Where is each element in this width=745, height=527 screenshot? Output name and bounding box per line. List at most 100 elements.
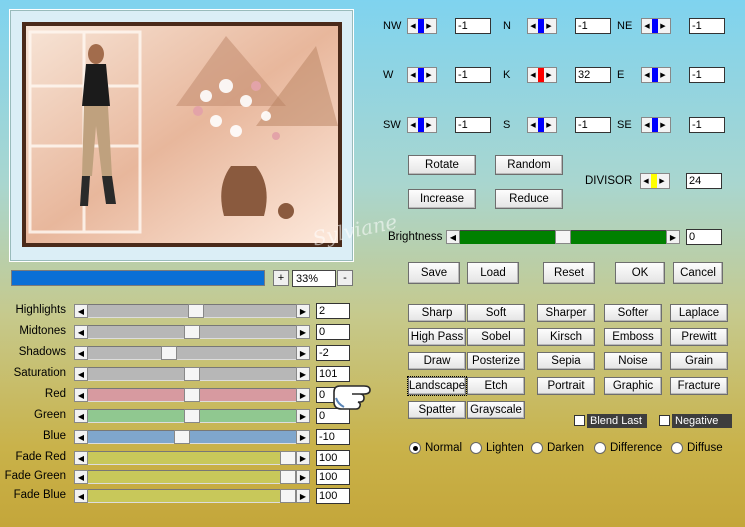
arrow-right-icon[interactable]: ▶ [658,22,668,30]
softer-effect-button[interactable]: Softer [604,304,662,322]
w-spinner[interactable]: ◀ ▶ [407,67,437,83]
arrow-right-icon[interactable]: ▶ [296,304,310,318]
arrow-right-icon[interactable]: ▶ [666,230,680,244]
midtones-thumb[interactable] [184,325,200,339]
arrow-right-icon[interactable]: ▶ [296,367,310,381]
arrow-right-icon[interactable]: ▶ [658,71,668,79]
arrow-left-icon[interactable]: ◀ [528,121,538,129]
arrow-left-icon[interactable]: ◀ [408,22,418,30]
sharp-effect-button[interactable]: Sharp [408,304,466,322]
arrow-left-icon[interactable]: ◀ [74,388,88,402]
arrow-left-icon[interactable]: ◀ [74,489,88,503]
blue-value-field[interactable]: -10 [316,429,350,445]
draw-effect-button[interactable]: Draw [408,352,466,370]
shadows-value-field[interactable]: -2 [316,345,350,361]
normal-radio[interactable] [409,442,421,454]
zoom-in-button[interactable]: + [273,270,289,286]
brightness-slider[interactable]: ◀ ▶ [446,230,680,244]
arrow-right-icon[interactable]: ▶ [296,409,310,423]
arrow-right-icon[interactable]: ▶ [658,121,668,129]
w-value-field[interactable]: -1 [455,67,491,83]
high-pass-effect-button[interactable]: High Pass [408,328,466,346]
brightness-track[interactable] [460,230,666,244]
fade-green-value-field[interactable]: 100 [316,469,350,485]
arrow-right-icon[interactable]: ▶ [544,121,554,129]
ne-value-field[interactable]: -1 [689,18,725,34]
midtones-slider[interactable]: ◀ ▶ [74,325,310,339]
lighten-radio[interactable] [470,442,482,454]
arrow-left-icon[interactable]: ◀ [74,470,88,484]
divisor-spinner[interactable]: ◀ ▶ [640,173,670,189]
arrow-left-icon[interactable]: ◀ [641,177,651,185]
kirsch-effect-button[interactable]: Kirsch [537,328,595,346]
green-track[interactable] [88,409,296,423]
brightness-value-field[interactable]: 0 [686,229,722,245]
diffuse-radio[interactable] [671,442,683,454]
highlights-slider[interactable]: ◀ ▶ [74,304,310,318]
highlights-thumb[interactable] [188,304,204,318]
highlights-value-field[interactable]: 2 [316,303,350,319]
se-value-field[interactable]: -1 [689,117,725,133]
arrow-left-icon[interactable]: ◀ [642,121,652,129]
arrow-left-icon[interactable]: ◀ [74,304,88,318]
s-value-field[interactable]: -1 [575,117,611,133]
sepia-effect-button[interactable]: Sepia [537,352,595,370]
posterize-effect-button[interactable]: Posterize [467,352,525,370]
fade-green-slider[interactable]: ◀ ▶ [74,470,310,484]
midtones-value-field[interactable]: 0 [316,324,350,340]
fade-red-thumb[interactable] [280,451,296,465]
arrow-left-icon[interactable]: ◀ [74,430,88,444]
arrow-left-icon[interactable]: ◀ [528,22,538,30]
graphic-effect-button[interactable]: Graphic [604,377,662,395]
sw-spinner[interactable]: ◀ ▶ [407,117,437,133]
k-value-field[interactable]: 32 [575,67,611,83]
arrow-right-icon[interactable]: ▶ [296,451,310,465]
blue-track[interactable] [88,430,296,444]
darken-radio-option[interactable]: Darken [531,442,584,454]
arrow-right-icon[interactable]: ▶ [296,489,310,503]
e-value-field[interactable]: -1 [689,67,725,83]
red-slider[interactable]: ◀ ▶ [74,388,310,402]
nw-value-field[interactable]: -1 [455,18,491,34]
fade-red-value-field[interactable]: 100 [316,450,350,466]
sharper-effect-button[interactable]: Sharper [537,304,595,322]
grayscale-effect-button[interactable]: Grayscale [467,401,525,419]
arrow-left-icon[interactable]: ◀ [528,71,538,79]
highlights-track[interactable] [88,304,296,318]
fade-blue-track[interactable] [88,489,296,503]
saturation-thumb[interactable] [184,367,200,381]
saturation-track[interactable] [88,367,296,381]
zoom-level-field[interactable]: 33% [292,270,336,287]
arrow-left-icon[interactable]: ◀ [408,71,418,79]
fracture-effect-button[interactable]: Fracture [670,377,728,395]
fade-red-slider[interactable]: ◀ ▶ [74,451,310,465]
difference-radio-option[interactable]: Difference [594,442,662,454]
blend-last-checkbox[interactable] [574,415,585,426]
arrow-left-icon[interactable]: ◀ [74,451,88,465]
shadows-slider[interactable]: ◀ ▶ [74,346,310,360]
k-spinner[interactable]: ◀ ▶ [527,67,557,83]
difference-radio[interactable] [594,442,606,454]
shadows-thumb[interactable] [161,346,177,360]
arrow-left-icon[interactable]: ◀ [408,121,418,129]
red-thumb[interactable] [184,388,200,402]
grain-effect-button[interactable]: Grain [670,352,728,370]
n-spinner[interactable]: ◀ ▶ [527,18,557,34]
e-spinner[interactable]: ◀ ▶ [641,67,671,83]
reset-button[interactable]: Reset [543,262,595,284]
arrow-left-icon[interactable]: ◀ [642,22,652,30]
normal-radio-option[interactable]: Normal [409,442,462,454]
n-value-field[interactable]: -1 [575,18,611,34]
brightness-thumb[interactable] [555,230,571,244]
arrow-left-icon[interactable]: ◀ [74,409,88,423]
s-spinner[interactable]: ◀ ▶ [527,117,557,133]
arrow-right-icon[interactable]: ▶ [544,71,554,79]
green-slider[interactable]: ◀ ▶ [74,409,310,423]
noise-effect-button[interactable]: Noise [604,352,662,370]
load-button[interactable]: Load [467,262,519,284]
emboss-effect-button[interactable]: Emboss [604,328,662,346]
arrow-right-icon[interactable]: ▶ [424,121,434,129]
red-track[interactable] [88,388,296,402]
nw-spinner[interactable]: ◀ ▶ [407,18,437,34]
arrow-left-icon[interactable]: ◀ [74,346,88,360]
